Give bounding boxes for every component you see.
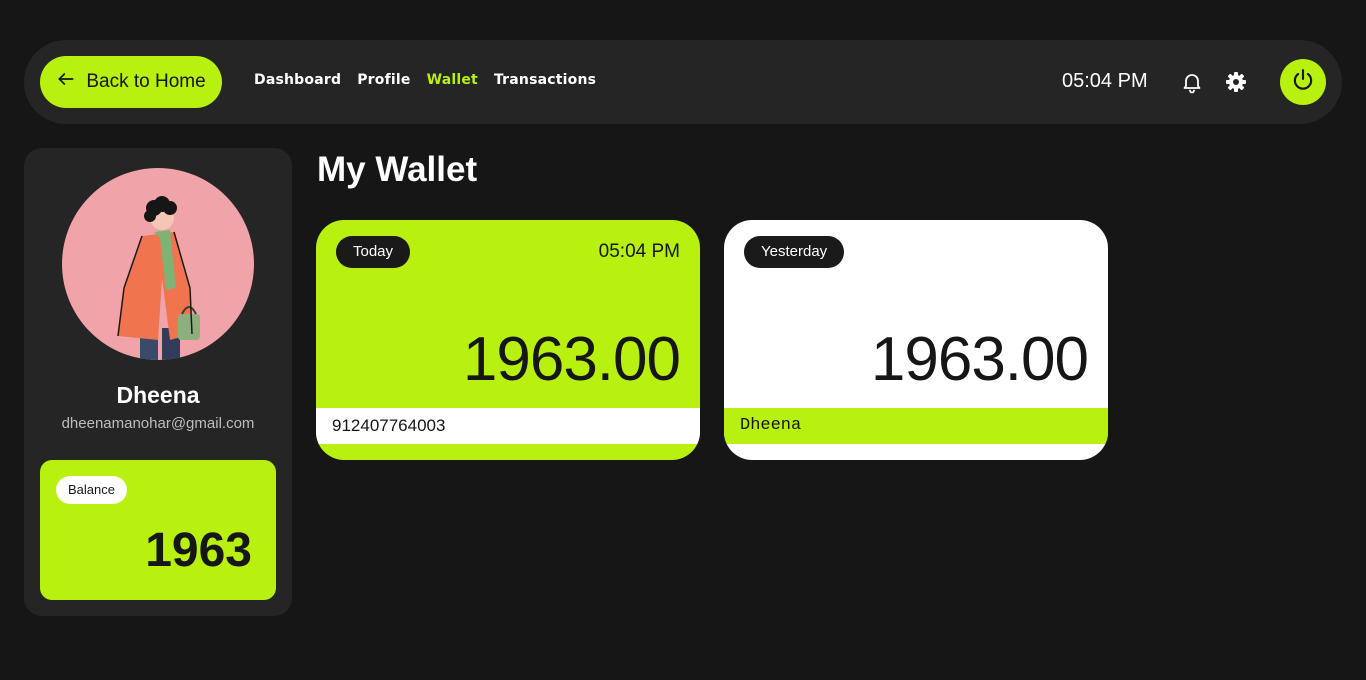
avatar	[62, 168, 254, 360]
card-time: 05:04 PM	[598, 241, 680, 262]
bell-icon[interactable]	[1180, 70, 1204, 94]
balance-value: 1963	[145, 524, 252, 577]
wallet-card-yesterday[interactable]: Yesterday 1963.00 Dheena	[724, 220, 1108, 460]
card-amount: 1963.00	[462, 325, 681, 394]
nav-wallet[interactable]: Wallet	[427, 72, 478, 88]
card-amount: 1963.00	[870, 325, 1089, 394]
card-tag: Today	[336, 236, 411, 268]
balance-card: Balance 1963	[40, 460, 276, 600]
profile-card: Dheena dheenamanohar@gmail.com Balance 1…	[24, 148, 292, 616]
page-title: My Wallet	[317, 150, 478, 189]
profile-name: Dheena	[116, 382, 200, 408]
power-icon	[1290, 67, 1316, 98]
gear-icon[interactable]	[1224, 70, 1248, 94]
wallet-card-today[interactable]: Today 05:04 PM 1963.00 912407764003	[316, 220, 700, 460]
nav-dashboard[interactable]: Dashboard	[254, 72, 341, 88]
nav-profile[interactable]: Profile	[357, 72, 410, 88]
main-nav: Dashboard Profile Wallet Transactions	[254, 72, 596, 88]
profile-email: dheenamanohar@gmail.com	[61, 415, 255, 432]
balance-label: Balance	[56, 476, 127, 504]
avatar-illustration	[117, 196, 200, 360]
arrow-left-icon	[56, 69, 76, 95]
back-to-home-label: Back to Home	[86, 71, 206, 92]
back-to-home-button[interactable]: Back to Home	[40, 56, 222, 108]
top-navbar: Back to Home Dashboard Profile Wallet Tr…	[24, 40, 1342, 124]
power-button[interactable]	[1280, 59, 1326, 105]
nav-transactions[interactable]: Transactions	[494, 72, 596, 88]
card-holder-name: Dheena	[724, 408, 1108, 444]
card-tag: Yesterday	[744, 236, 845, 268]
clock-display: 05:04 PM	[1062, 70, 1148, 92]
card-account-number: 912407764003	[316, 408, 700, 444]
